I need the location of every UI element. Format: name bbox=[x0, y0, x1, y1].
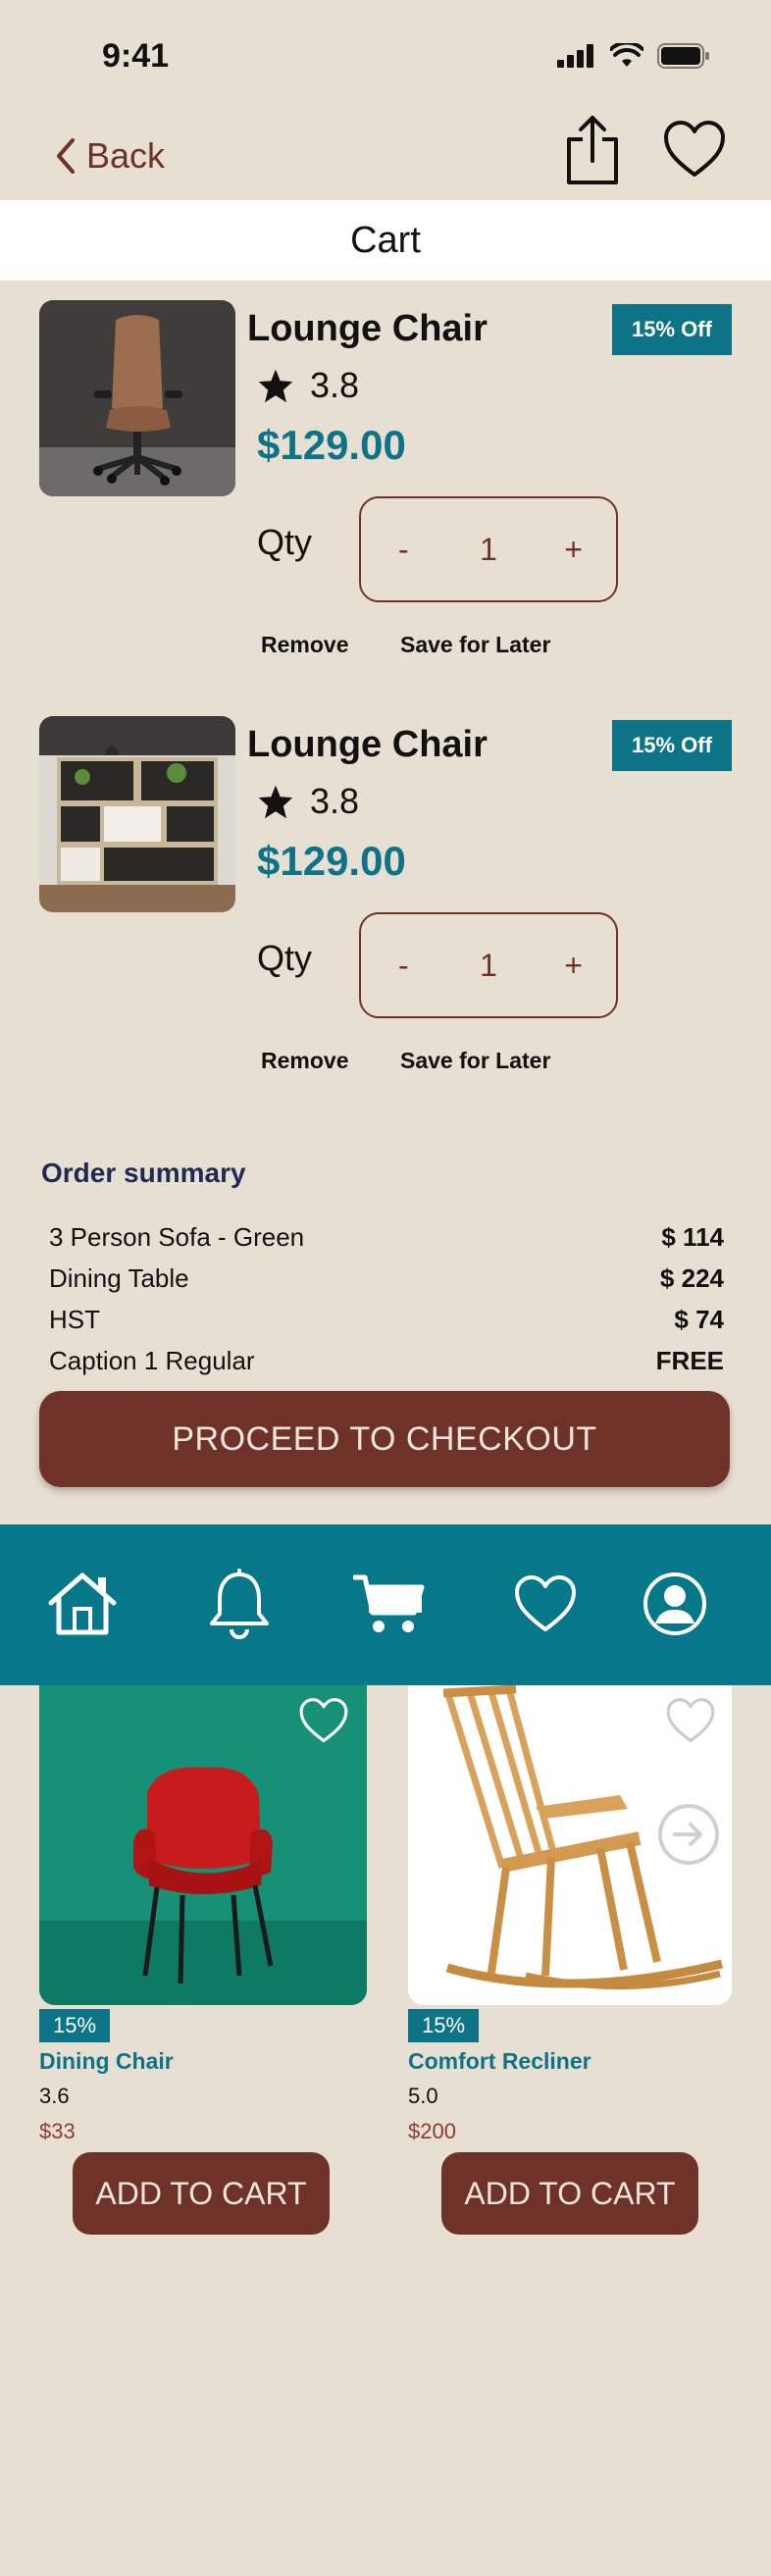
add-to-cart-button[interactable]: ADD TO CART bbox=[441, 2152, 698, 2235]
tab-favorites[interactable] bbox=[506, 1560, 585, 1648]
rating-value: 3.8 bbox=[310, 365, 360, 405]
qty-increase-button[interactable]: + bbox=[554, 532, 593, 568]
order-summary-title: Order summary bbox=[41, 1158, 246, 1188]
back-label: Back bbox=[86, 135, 166, 176]
status-time: 9:41 bbox=[102, 37, 170, 75]
profile-icon bbox=[643, 1572, 706, 1635]
cart-icon bbox=[353, 1574, 425, 1632]
add-to-cart-button[interactable]: ADD TO CART bbox=[73, 2152, 330, 2235]
product-rating: 3.6 bbox=[39, 2084, 70, 2108]
heart-outline-icon bbox=[664, 121, 725, 177]
item-rating: 3.8 bbox=[257, 365, 359, 406]
heart-outline-icon[interactable] bbox=[665, 1697, 716, 1744]
qty-decrease-button[interactable]: - bbox=[384, 948, 423, 984]
qty-label: Qty bbox=[257, 938, 313, 978]
wifi-icon bbox=[610, 43, 643, 67]
item-price: $129.00 bbox=[257, 422, 406, 468]
item-price: $129.00 bbox=[257, 838, 406, 884]
cart-item: Lounge Chair 15% Off 3.8 $129.00 Qty - 1… bbox=[0, 716, 771, 1108]
shelf-cabinet-image[interactable] bbox=[39, 716, 235, 912]
heart-outline-icon[interactable] bbox=[298, 1697, 349, 1744]
qty-label: Qty bbox=[257, 522, 313, 562]
heart-icon bbox=[515, 1575, 576, 1631]
discount-badge: 15% Off bbox=[612, 720, 732, 771]
status-icons bbox=[557, 43, 710, 69]
star-icon bbox=[258, 785, 293, 819]
product-name[interactable]: Dining Chair bbox=[39, 2048, 174, 2075]
tab-cart[interactable] bbox=[349, 1560, 428, 1648]
product-price: $33 bbox=[39, 2119, 76, 2143]
discount-badge: 15% bbox=[39, 2009, 110, 2042]
tab-notifications[interactable] bbox=[200, 1560, 279, 1648]
bottom-tab-bar bbox=[0, 1524, 771, 1685]
summary-label: Dining Table bbox=[49, 1263, 189, 1293]
discount-badge: 15% Off bbox=[612, 304, 732, 355]
page-title: Cart bbox=[350, 219, 421, 261]
proceed-to-checkout-button[interactable]: PROCEED TO CHECKOUT bbox=[39, 1391, 730, 1487]
save-for-later-button[interactable]: Save for Later bbox=[400, 632, 550, 658]
quantity-stepper[interactable]: - 1 + bbox=[359, 496, 618, 602]
remove-button[interactable]: Remove bbox=[261, 1048, 348, 1074]
summary-value: FREE bbox=[655, 1346, 724, 1375]
home-icon bbox=[48, 1572, 117, 1635]
summary-row: Dining Table $ 224 bbox=[49, 1263, 724, 1294]
remove-button[interactable]: Remove bbox=[261, 632, 348, 658]
arrow-right-circle-icon[interactable] bbox=[657, 1803, 720, 1866]
product-name[interactable]: Comfort Recliner bbox=[408, 2048, 591, 2075]
office-chair-image[interactable] bbox=[39, 300, 235, 496]
summary-row: Caption 1 Regular FREE bbox=[49, 1346, 724, 1376]
product-image-dining-chair[interactable] bbox=[39, 1685, 367, 2005]
item-name: Lounge Chair bbox=[247, 308, 488, 349]
chevron-left-icon bbox=[57, 138, 75, 174]
quantity-stepper[interactable]: - 1 + bbox=[359, 912, 618, 1018]
cart-header: Cart bbox=[0, 200, 771, 281]
summary-row: 3 Person Sofa - Green $ 114 bbox=[49, 1222, 724, 1253]
summary-label: 3 Person Sofa - Green bbox=[49, 1222, 305, 1252]
bell-icon bbox=[210, 1569, 269, 1639]
summary-label: HST bbox=[49, 1305, 100, 1334]
summary-label: Caption 1 Regular bbox=[49, 1346, 255, 1375]
qty-increase-button[interactable]: + bbox=[554, 948, 593, 984]
product-rating: 5.0 bbox=[408, 2084, 438, 2108]
item-rating: 3.8 bbox=[257, 781, 359, 822]
tab-home[interactable] bbox=[43, 1560, 122, 1648]
favorite-button[interactable] bbox=[663, 120, 726, 179]
item-name: Lounge Chair bbox=[247, 724, 488, 765]
signal-icon bbox=[557, 44, 593, 68]
qty-value: 1 bbox=[480, 947, 497, 983]
qty-value: 1 bbox=[480, 531, 497, 567]
share-icon bbox=[567, 116, 618, 184]
save-for-later-button[interactable]: Save for Later bbox=[400, 1048, 550, 1074]
summary-value: $ 114 bbox=[661, 1222, 724, 1252]
summary-value: $ 74 bbox=[674, 1305, 724, 1334]
product-price: $200 bbox=[408, 2119, 456, 2143]
summary-row: HST $ 74 bbox=[49, 1305, 724, 1335]
qty-decrease-button[interactable]: - bbox=[384, 532, 423, 568]
discount-badge: 15% bbox=[408, 2009, 479, 2042]
back-button[interactable]: Back bbox=[55, 135, 165, 177]
star-icon bbox=[258, 369, 293, 403]
summary-value: $ 224 bbox=[659, 1263, 724, 1293]
product-image-comfort-recliner[interactable] bbox=[408, 1685, 732, 2005]
share-button[interactable] bbox=[561, 114, 624, 186]
cart-item: Lounge Chair 15% Off 3.8 $129.00 Qty - 1… bbox=[0, 300, 771, 693]
battery-icon bbox=[657, 43, 709, 69]
tab-profile[interactable] bbox=[636, 1560, 714, 1648]
rating-value: 3.8 bbox=[310, 781, 360, 821]
